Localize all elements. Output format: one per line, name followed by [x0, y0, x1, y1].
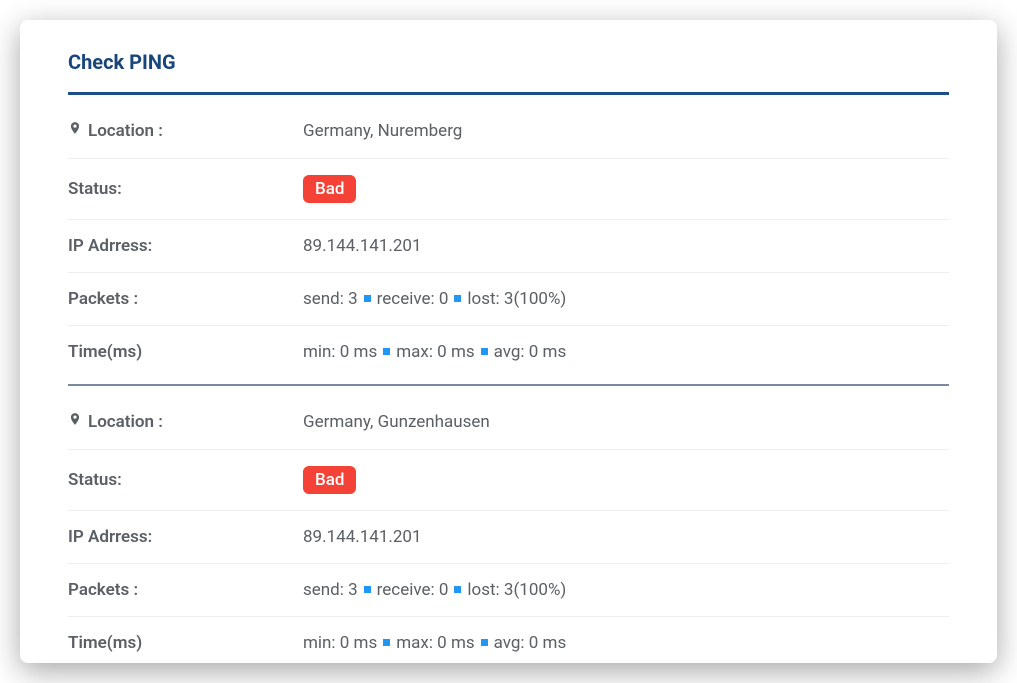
- time-min-label: min:: [303, 342, 336, 362]
- time-avg-label: avg:: [494, 633, 525, 653]
- separator-dot-icon: [454, 295, 461, 302]
- card-title: Check PING: [68, 50, 949, 74]
- separator-dot-icon: [364, 295, 371, 302]
- time-max-value: 0 ms: [437, 342, 474, 362]
- status-label: Status:: [68, 179, 303, 199]
- packets-send-value: 3: [348, 289, 358, 309]
- ip-value: 89.144.141.201: [303, 527, 949, 547]
- time-label: Time(ms): [68, 633, 303, 653]
- packets-label: Packets :: [68, 289, 303, 309]
- result-block: Location : Germany, Nuremberg Status: Ba…: [68, 103, 949, 378]
- packets-receive-label: receive:: [377, 580, 435, 600]
- packets-lost-label: lost:: [467, 289, 499, 309]
- packets-send-value: 3: [348, 580, 358, 600]
- packets-label: Packets :: [68, 580, 303, 600]
- time-max-value: 0 ms: [437, 633, 474, 653]
- time-label: Time(ms): [68, 342, 303, 362]
- packets-row: Packets : send: 3 receive: 0 lost: 3(100…: [68, 564, 949, 617]
- location-label-text: Location :: [88, 412, 163, 432]
- location-label-text: Location :: [88, 121, 163, 141]
- time-max-label: max:: [396, 633, 433, 653]
- ip-value: 89.144.141.201: [303, 236, 949, 256]
- title-divider: [68, 92, 949, 95]
- ip-row: IP Adrress: 89.144.141.201: [68, 220, 949, 273]
- time-row: Time(ms) min: 0 ms max: 0 ms avg: 0 ms: [68, 617, 949, 663]
- status-row: Status: Bad: [68, 159, 949, 220]
- location-value: Germany, Nuremberg: [303, 121, 949, 141]
- status-value: Bad: [303, 175, 949, 203]
- location-pin-icon: [68, 119, 82, 142]
- separator-dot-icon: [481, 639, 488, 646]
- packets-lost-label: lost:: [467, 580, 499, 600]
- section-divider: [68, 384, 949, 386]
- ping-results-card: Check PING Location : Germany, Nuremberg…: [20, 20, 997, 663]
- location-row: Location : Germany, Nuremberg: [68, 103, 949, 159]
- ip-label: IP Adrress:: [68, 236, 303, 256]
- time-row: Time(ms) min: 0 ms max: 0 ms avg: 0 ms: [68, 326, 949, 378]
- result-block: Location : Germany, Gunzenhausen Status:…: [68, 394, 949, 663]
- packets-value: send: 3 receive: 0 lost: 3(100%): [303, 289, 949, 309]
- time-max-label: max:: [396, 342, 433, 362]
- packets-lost-value: 3(100%): [504, 580, 566, 600]
- status-value: Bad: [303, 466, 949, 494]
- packets-lost-value: 3(100%): [504, 289, 566, 309]
- time-value: min: 0 ms max: 0 ms avg: 0 ms: [303, 633, 949, 653]
- separator-dot-icon: [364, 586, 371, 593]
- location-label: Location :: [68, 119, 303, 142]
- status-row: Status: Bad: [68, 450, 949, 511]
- time-min-label: min:: [303, 633, 336, 653]
- time-value: min: 0 ms max: 0 ms avg: 0 ms: [303, 342, 949, 362]
- separator-dot-icon: [383, 639, 390, 646]
- separator-dot-icon: [481, 348, 488, 355]
- packets-send-label: send:: [303, 580, 344, 600]
- packets-value: send: 3 receive: 0 lost: 3(100%): [303, 580, 949, 600]
- ip-row: IP Adrress: 89.144.141.201: [68, 511, 949, 564]
- status-badge: Bad: [303, 175, 356, 203]
- packets-receive-value: 0: [439, 580, 449, 600]
- status-label: Status:: [68, 470, 303, 490]
- time-min-value: 0 ms: [340, 633, 377, 653]
- location-pin-icon: [68, 410, 82, 433]
- packets-receive-label: receive:: [377, 289, 435, 309]
- location-label: Location :: [68, 410, 303, 433]
- time-avg-value: 0 ms: [529, 342, 566, 362]
- time-min-value: 0 ms: [340, 342, 377, 362]
- location-row: Location : Germany, Gunzenhausen: [68, 394, 949, 450]
- separator-dot-icon: [383, 348, 390, 355]
- separator-dot-icon: [454, 586, 461, 593]
- packets-send-label: send:: [303, 289, 344, 309]
- time-avg-label: avg:: [494, 342, 525, 362]
- ip-label: IP Adrress:: [68, 527, 303, 547]
- packets-receive-value: 0: [439, 289, 449, 309]
- packets-row: Packets : send: 3 receive: 0 lost: 3(100…: [68, 273, 949, 326]
- location-value: Germany, Gunzenhausen: [303, 412, 949, 432]
- time-avg-value: 0 ms: [529, 633, 566, 653]
- status-badge: Bad: [303, 466, 356, 494]
